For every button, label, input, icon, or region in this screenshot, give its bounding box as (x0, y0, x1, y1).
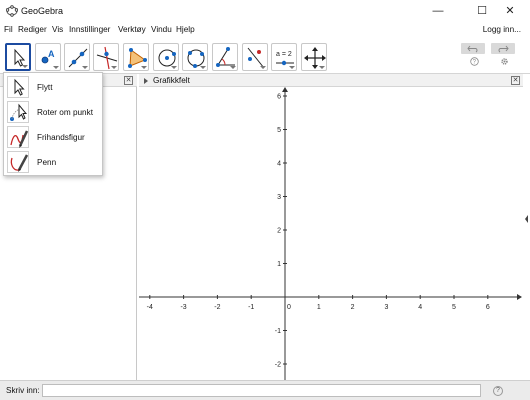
y-tick-label: 1 (277, 261, 281, 268)
collapse-arrow-icon[interactable] (144, 78, 148, 84)
expand-arrow-icon (525, 215, 528, 223)
menu-vindu[interactable]: Vindu (151, 25, 172, 34)
x-tick-label: 5 (452, 304, 456, 311)
close-algebra-view-button[interactable]: ✕ (124, 76, 133, 85)
tool-line[interactable] (64, 43, 90, 71)
tool-menu-indicator (230, 66, 236, 69)
pen-icon (10, 154, 29, 172)
dropdown-item-frihandsfigur[interactable]: Frihandsfigur (4, 125, 104, 150)
tool-menu-indicator (200, 66, 206, 69)
undo-button[interactable] (461, 43, 485, 54)
tool-perpendicular[interactable] (93, 43, 119, 71)
tool-menu-indicator (141, 66, 147, 69)
menu-hjelp[interactable]: Hjelp (176, 25, 195, 34)
x-axis-arrow (517, 294, 522, 300)
dropdown-icon-frame (7, 126, 29, 148)
minimize-button[interactable]: — (418, 1, 458, 21)
x-tick-label: 2 (351, 304, 355, 311)
input-bar-label: Skriv inn: (6, 386, 40, 395)
tool-move-view[interactable] (301, 43, 327, 71)
tool-menu-indicator (22, 65, 28, 68)
tool-polygon[interactable] (123, 43, 149, 71)
input-help-button[interactable]: ? (493, 386, 503, 396)
y-tick-label: -2 (275, 362, 281, 369)
close-window-button[interactable]: ✕ (490, 1, 530, 21)
tool-point[interactable]: A (35, 43, 61, 71)
dropdown-item-roter-om-punkt[interactable]: Roter om punkt (4, 100, 104, 125)
tool-reflect[interactable] (242, 43, 268, 71)
x-tick-label: -1 (248, 304, 254, 311)
tool-circle-center[interactable] (153, 43, 179, 71)
x-tick-label: 0 (287, 304, 291, 311)
menu-verktoy[interactable]: Verktøy (118, 25, 146, 34)
tool-menu-indicator (53, 66, 59, 69)
graphics-view-title: Grafikkfelt (153, 76, 190, 85)
x-tick-label: -4 (147, 304, 153, 311)
dropdown-item-label: Flytt (37, 83, 53, 92)
tool-menu-indicator (260, 66, 266, 69)
undo-icon (467, 45, 478, 53)
graphics-view[interactable]: -4 -3 -2 -1 0 1 2 3 4 5 6 6 5 4 3 2 1 -1 -2 (139, 87, 523, 380)
dropdown-icon-frame (7, 101, 29, 123)
dropdown-icon-frame (7, 76, 29, 98)
tool-angle[interactable] (212, 43, 238, 71)
dropdown-item-label: Frihandsfigur (37, 133, 85, 142)
dropdown-item-penn[interactable]: Penn (4, 150, 104, 175)
tool-circle-three-points[interactable] (182, 43, 208, 71)
tool-dropdown-menu: Flytt Roter om punkt Frihandsfigur Penn (3, 72, 103, 176)
tool-move[interactable] (5, 43, 31, 71)
y-tick-label: 6 (277, 94, 281, 101)
title-bar: GeoGebra — ☐ ✕ (0, 0, 530, 22)
menu-vis[interactable]: Vis (52, 25, 63, 34)
rotate-around-point-icon (10, 103, 28, 121)
y-tick-label: 3 (277, 194, 281, 201)
move-arrow-icon (14, 78, 25, 96)
redo-icon (498, 45, 509, 53)
tool-menu-indicator (111, 66, 117, 69)
x-tick-label: 4 (418, 304, 422, 311)
y-axis-arrow (282, 87, 288, 92)
x-tick-label: 6 (486, 304, 490, 311)
y-tick-label: 4 (277, 161, 281, 168)
window-title: GeoGebra (21, 6, 64, 16)
tool-slider[interactable]: a = 2 (271, 43, 297, 71)
menu-fil[interactable]: Fil (4, 25, 13, 34)
login-link[interactable]: Logg inn... (483, 25, 521, 34)
y-tick-label: -1 (275, 328, 281, 335)
tool-menu-indicator (171, 66, 177, 69)
close-graphics-view-button[interactable]: ✕ (511, 76, 520, 85)
y-tick-label: 5 (277, 127, 281, 134)
gear-icon[interactable] (500, 57, 509, 66)
input-bar: Skriv inn: ? (0, 380, 530, 400)
menu-rediger[interactable]: Rediger (18, 25, 47, 34)
menu-bar: Fil Rediger Vis Innstillinger Verktøy Vi… (0, 22, 530, 38)
x-tick-label: 3 (384, 304, 388, 311)
svg-text:a = 2: a = 2 (276, 51, 292, 58)
x-tick-label: -2 (214, 304, 220, 311)
graphics-view-header: Grafikkfelt ✕ (139, 74, 523, 87)
toolbar: A a = 2 (0, 40, 530, 74)
dropdown-item-label: Roter om punkt (37, 108, 93, 117)
right-panel-handle[interactable] (523, 74, 530, 380)
x-tick-label: -3 (180, 304, 186, 311)
y-tick-label: 2 (277, 228, 281, 235)
dropdown-item-flytt[interactable]: Flytt (4, 75, 104, 100)
input-bar-field[interactable] (42, 384, 481, 397)
svg-text:A: A (48, 49, 55, 59)
tool-menu-indicator (289, 66, 295, 69)
geogebra-logo-icon (6, 5, 18, 17)
dropdown-icon-frame (7, 151, 29, 173)
x-tick-label: 1 (317, 304, 321, 311)
dropdown-item-label: Penn (37, 158, 57, 167)
menu-innstillinger[interactable]: Innstillinger (69, 25, 110, 34)
redo-button[interactable] (491, 43, 515, 54)
coordinate-axes: -4 -3 -2 -1 0 1 2 3 4 5 6 6 5 4 3 2 1 -1 -2 (139, 87, 522, 380)
tool-menu-indicator (319, 66, 325, 69)
freehand-shape-icon (10, 130, 29, 148)
tool-menu-indicator (82, 66, 88, 69)
help-icon[interactable]: ? (470, 57, 479, 66)
